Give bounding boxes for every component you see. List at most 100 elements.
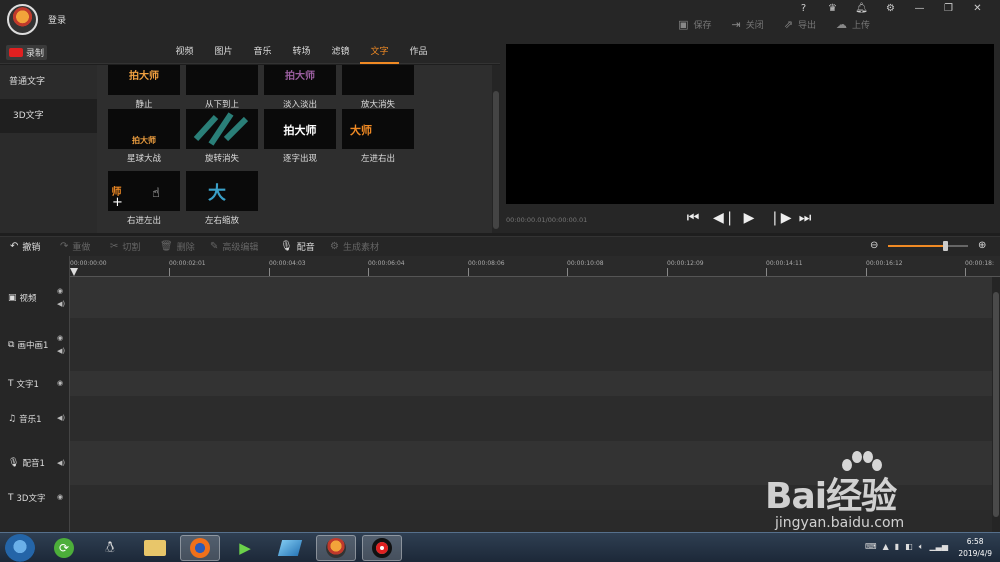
taskbar-app-explorer[interactable] — [135, 535, 175, 561]
undo-button[interactable]: ↶ 撤销 — [10, 240, 40, 253]
delete-button[interactable]: 🗑︎ 删除 — [160, 240, 195, 253]
tab-works[interactable]: 作品 — [399, 40, 438, 64]
music-icon: ♫ — [8, 413, 17, 424]
speaker-icon[interactable]: ◀) — [57, 414, 65, 422]
tab-image[interactable]: 图片 — [204, 40, 243, 64]
track-lane-text[interactable] — [70, 371, 992, 396]
zoom-slider[interactable] — [888, 241, 968, 251]
system-clock[interactable]: 6:58 2019/4/9 — [958, 536, 992, 560]
eye-icon[interactable]: ◉ — [57, 334, 63, 342]
zoom-knob[interactable] — [943, 241, 948, 251]
timeline-scroll-thumb[interactable] — [993, 292, 999, 517]
tray-battery-icon[interactable]: ▮ — [895, 542, 899, 552]
add-plus-icon[interactable]: + — [112, 195, 123, 210]
effect-item[interactable]: 放大消失 — [342, 65, 414, 110]
advanced-edit-button[interactable]: ✎ 高级编辑 — [210, 240, 258, 253]
playhead[interactable] — [70, 268, 78, 276]
step-back-icon[interactable]: ◀︎❘ — [713, 210, 736, 226]
track-label-music: ♫ 音乐1 ◀) — [8, 413, 66, 425]
zoom-in-button[interactable]: ⊕ — [978, 240, 986, 251]
tab-video[interactable]: 视频 — [165, 40, 204, 64]
app-logo[interactable] — [7, 4, 38, 35]
gear-icon[interactable]: ⚙ — [876, 2, 905, 16]
effect-item[interactable]: 师 + ☝ 右进左出 — [108, 171, 180, 226]
export-button[interactable]: ⇗ 导出 — [784, 18, 816, 31]
scroll-thumb[interactable] — [493, 91, 499, 229]
tab-filter[interactable]: 滤镜 — [321, 40, 360, 64]
help-icon[interactable]: ? — [789, 2, 818, 16]
generate-material-button[interactable]: ⚙ 生成素材 — [330, 240, 379, 253]
start-button[interactable] — [5, 534, 35, 562]
ruler-tick — [269, 268, 270, 276]
eye-icon[interactable]: ◉ — [57, 493, 63, 501]
effect-item[interactable]: 拍大师 星球大战 — [108, 109, 180, 164]
step-forward-icon[interactable]: ❘▶︎ — [769, 210, 792, 226]
effect-item[interactable]: 拍大师 静止 — [108, 65, 180, 110]
taskbar-app-qq[interactable]: 🐧︎ — [90, 535, 130, 561]
bell-icon[interactable]: 🔔︎ — [847, 2, 876, 16]
effect-item[interactable]: 大 左右缩放 — [186, 171, 258, 226]
category-3d-text[interactable]: 3D文字 — [0, 99, 97, 133]
save-button[interactable]: ▣ 保存 — [678, 18, 711, 31]
video-icon: ▣ — [8, 292, 17, 303]
taskbar-app-360[interactable]: ⟳ — [44, 535, 84, 561]
track-labels: ▣ 视频 ◉ ◀) ⧉ 画中画1 ◉ ◀) T 文字1 ◉ ♫ 音乐1 ◀) 🎙︎ 配音1 ◀… — [0, 256, 70, 532]
redo-button[interactable]: ↷ 重做 — [60, 240, 90, 253]
skip-start-icon[interactable]: ⏮ — [685, 210, 701, 226]
effect-item[interactable]: 旋转消失 — [186, 109, 258, 164]
effect-item[interactable]: 拍大师 逐字出现 — [264, 109, 336, 164]
close-project-button[interactable]: ⇥ 关闭 — [732, 18, 764, 31]
tray-signal-icon[interactable]: ▁▃▅ — [930, 542, 948, 552]
tray-volume-icon[interactable]: 🔈︎ — [919, 542, 924, 552]
speaker-icon[interactable]: ◀) — [57, 459, 65, 467]
tray-keyboard-icon[interactable]: ⌨ — [865, 542, 877, 552]
effect-item[interactable]: 拍大师 淡入淡出 — [264, 65, 336, 110]
track-lane-pip[interactable] — [70, 318, 992, 371]
ruler-tick — [866, 268, 867, 276]
taskbar-app-firefox[interactable] — [180, 535, 220, 561]
tray-network-icon[interactable]: ◧ — [905, 542, 913, 552]
timeline-scrollbar[interactable] — [992, 277, 1000, 532]
restore-icon[interactable]: ❐ — [934, 2, 963, 16]
media-tabs: 视频 图片 音乐 转场 滤镜 文字 作品 — [165, 40, 438, 64]
ruler-tick — [667, 268, 668, 276]
taskbar-app-recorder[interactable] — [362, 535, 402, 561]
zoom-out-button[interactable]: ⊖ — [870, 240, 878, 251]
tab-text[interactable]: 文字 — [360, 40, 399, 64]
speaker-icon[interactable]: ◀) — [57, 347, 65, 355]
playback-controls: ⏮ ◀︎❘ ▶ ❘▶︎ ⏭ — [685, 210, 813, 226]
track-label-3d-text: T 3D文字 ◉ — [8, 492, 64, 504]
track-lane-video[interactable] — [70, 277, 992, 318]
category-normal-text[interactable]: 普通文字 — [0, 65, 97, 99]
skip-end-icon[interactable]: ⏭ — [797, 210, 813, 226]
login-link[interactable]: 登录 — [48, 13, 66, 26]
taskbar-app-paidashi[interactable] — [316, 535, 356, 561]
mic-icon: 🎙︎ — [8, 458, 20, 468]
eye-icon[interactable]: ◉ — [57, 287, 63, 295]
close-icon[interactable]: ✕ — [963, 2, 992, 16]
play-icon[interactable]: ▶ — [741, 210, 757, 226]
timeline-ruler[interactable]: 00:00:00:00 00:00:02:01 00:00:04:03 00:0… — [70, 256, 1000, 277]
record-button[interactable]: 录制 — [6, 45, 47, 60]
dubbing-button[interactable]: 🎙︎ 配音 — [280, 240, 315, 253]
effect-item[interactable]: 从下到上 — [186, 65, 258, 110]
tray-expand-icon[interactable]: ▲ — [883, 542, 889, 552]
minimize-icon[interactable]: — — [905, 2, 934, 16]
cut-button[interactable]: ✂ 切割 — [110, 240, 140, 253]
ruler-tick — [965, 268, 966, 276]
effects-scrollbar[interactable] — [492, 65, 500, 233]
effect-item[interactable]: 大师 左进右出 — [342, 109, 414, 164]
taskbar-app-notebook[interactable] — [270, 535, 310, 561]
speaker-icon[interactable]: ◀) — [57, 300, 65, 308]
tab-transition[interactable]: 转场 — [282, 40, 321, 64]
preview-screen[interactable] — [506, 44, 994, 204]
taskbar-app-video[interactable]: ▶ — [225, 535, 265, 561]
cut-icon: ✂ — [110, 241, 119, 252]
vip-icon[interactable]: ♛ — [818, 2, 847, 16]
eye-icon[interactable]: ◉ — [57, 379, 63, 387]
effect-thumbnail — [186, 65, 258, 95]
zoom-in-icon: ⊕ — [978, 240, 987, 251]
track-lane-music[interactable] — [70, 396, 992, 441]
upload-button[interactable]: ☁ 上传 — [836, 18, 870, 31]
tab-music[interactable]: 音乐 — [243, 40, 282, 64]
